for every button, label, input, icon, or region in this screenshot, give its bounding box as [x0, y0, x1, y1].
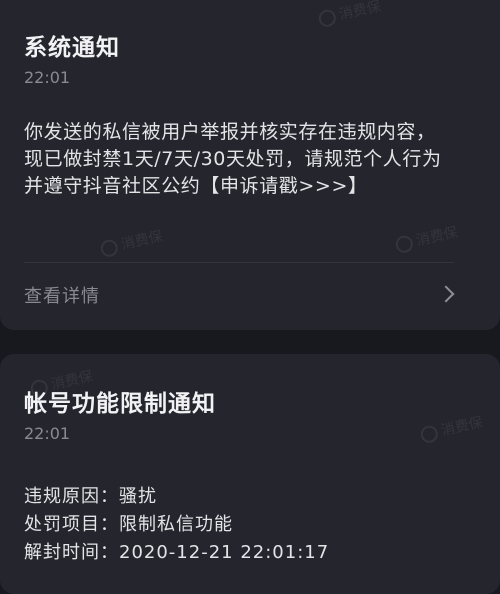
notification-body: 你发送的私信被用户举报并核实存在违规内容， 现已做封禁1天/7天/30天处罚，请… — [24, 119, 469, 200]
notification-body-line: 现已做封禁1天/7天/30天处罚，请规范个人行为 — [24, 148, 442, 170]
penalty-item: 处罚项目：限制私信功能 — [24, 514, 233, 535]
unban-time: 解封时间：2020-12-21 22:01:17 — [24, 542, 330, 563]
notification-title: 帐号功能限制通知 — [24, 391, 216, 417]
divider — [24, 262, 454, 263]
system-notification-card: 系统通知 22:01 你发送的私信被用户举报并核实存在违规内容， 现已做封禁1天… — [0, 0, 500, 330]
notification-body-line: 你发送的私信被用户举报并核实存在违规内容， — [24, 121, 436, 143]
notification-title: 系统通知 — [24, 35, 120, 61]
notification-time: 22:01 — [24, 68, 71, 87]
view-details-button[interactable]: 查看详情 — [0, 268, 500, 322]
notification-time: 22:01 — [24, 424, 71, 443]
violation-reason: 违规原因：骚扰 — [24, 486, 157, 507]
appeal-link-line[interactable]: 并遵守抖音社区公约【申诉请戳>>>】 — [24, 173, 469, 200]
chevron-right-icon — [437, 285, 455, 303]
view-details-label: 查看详情 — [24, 286, 100, 307]
account-restriction-card: 帐号功能限制通知 22:01 违规原因：骚扰 处罚项目：限制私信功能 解封时间：… — [0, 354, 500, 594]
